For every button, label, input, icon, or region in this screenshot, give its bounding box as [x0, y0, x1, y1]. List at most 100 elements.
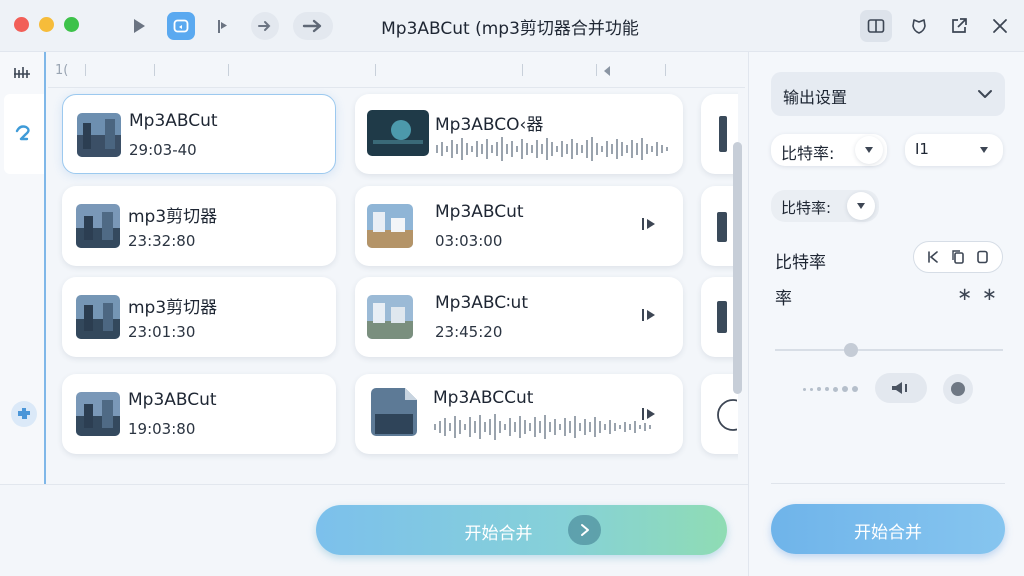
copy-icon[interactable]	[951, 250, 965, 264]
rate-row-label: 率	[775, 289, 792, 309]
mark-in-icon	[218, 20, 227, 33]
track-thumbnail	[76, 392, 120, 436]
track-thumbnail	[76, 295, 120, 339]
track-thumbnail	[717, 212, 727, 242]
bitrate-segment-control[interactable]	[913, 241, 1003, 273]
track-duration: 19:03:80	[128, 420, 196, 438]
track-card[interactable]: mp3剪切器 23:01:30	[62, 277, 336, 357]
start-merge-button[interactable]: 开始合并	[316, 505, 727, 555]
bitrate-label: 比特率:	[781, 199, 832, 217]
forward-button[interactable]	[251, 12, 279, 40]
track-thumbnail	[367, 204, 413, 248]
timeline-adjust-icon[interactable]	[13, 65, 33, 84]
track-name: Mp3ABC∶ut	[435, 293, 529, 313]
rounded-square-icon[interactable]	[975, 250, 989, 264]
minimize-window-button[interactable]	[39, 17, 54, 32]
ruler-tick	[85, 64, 86, 76]
track-card[interactable]: Mp3ABCut 29:03-40	[62, 94, 336, 174]
split-view-icon	[867, 19, 885, 33]
waveform	[434, 414, 651, 440]
next-arrow-icon	[302, 19, 322, 33]
ruler-label: 1(	[55, 63, 69, 78]
play-icon[interactable]	[641, 307, 657, 323]
volume-button[interactable]	[875, 373, 927, 403]
ruler-tick	[154, 64, 155, 76]
slider-knob[interactable]	[844, 343, 858, 357]
output-settings-label: 输出设置	[783, 88, 848, 107]
bitrate-select-2[interactable]: 比特率:	[771, 190, 879, 222]
track-duration: 03:03:00	[435, 232, 503, 250]
rail-item-library[interactable]	[4, 94, 44, 174]
start-merge-label: 开始合并	[464, 524, 533, 544]
ruler-tick	[665, 64, 666, 76]
track-name: mp3剪切器	[128, 207, 218, 227]
chevron-right-icon	[568, 515, 601, 545]
start-merge-side-button[interactable]: 开始合并	[771, 504, 1005, 554]
record-button[interactable]	[943, 374, 973, 404]
forward-arrow-icon	[258, 21, 271, 31]
mark-in-button[interactable]	[209, 12, 237, 40]
close-window-button[interactable]	[14, 17, 29, 32]
track-duration: 29:03-40	[129, 141, 197, 159]
track-card[interactable]: Mp3ABCut 03:03:00	[355, 186, 683, 266]
title-bar: Mp3ABCut (mp3剪切器合并功能	[0, 0, 1024, 52]
export-button[interactable]	[943, 10, 975, 42]
rate-symbols: ∗ ∗	[957, 284, 999, 305]
speaker-icon	[892, 382, 907, 394]
shield-button[interactable]	[903, 10, 935, 42]
bitrate-dropdown-toggle[interactable]	[847, 192, 875, 220]
loop-icon	[173, 19, 189, 33]
track-thumbnail	[76, 204, 120, 248]
close-icon	[993, 19, 1007, 33]
bitrate-dropdown-toggle[interactable]	[855, 136, 883, 164]
output-settings-dropdown[interactable]: 输出设置	[771, 72, 1005, 116]
start-merge-side-label: 开始合并	[854, 523, 922, 543]
magic-wand-icon	[15, 125, 30, 141]
record-icon	[951, 382, 965, 396]
track-card[interactable]: Mp3ABCut 19:03:80	[62, 374, 336, 454]
caret-down-icon	[857, 203, 865, 209]
ruler-tick	[522, 64, 523, 76]
play-icon[interactable]	[641, 406, 657, 422]
left-rail	[0, 52, 46, 484]
settings-panel: 输出设置 比特率: I1 比特率: 比特率 率 ∗ ∗ 开始合并	[748, 52, 1024, 576]
waveform	[436, 137, 668, 161]
next-button[interactable]	[293, 12, 333, 40]
track-duration: 23:32:80	[128, 232, 196, 250]
track-thumbnail	[717, 301, 727, 333]
track-card[interactable]: Mp3ABCO‹器	[355, 94, 683, 174]
track-card[interactable]: Mp3ABCCut	[355, 374, 683, 454]
rail-item-plugins[interactable]	[4, 374, 44, 454]
puzzle-icon	[11, 401, 37, 427]
ruler-tick	[596, 64, 597, 76]
slider-track[interactable]	[775, 349, 1003, 351]
ruler-tick	[228, 64, 229, 76]
track-thumbnail	[719, 116, 727, 152]
track-card[interactable]: mp3剪切器 23:32:80	[62, 186, 336, 266]
app-window: Mp3ABCut (mp3剪切器合并功能 1(Mp3ABCut 29:03-4…	[0, 0, 1024, 576]
track-name: Mp3ABCut	[128, 390, 217, 410]
caret-down-icon	[980, 147, 988, 153]
track-grid-scrollbar[interactable]	[733, 142, 742, 394]
bitrate-value-select[interactable]: I1	[905, 134, 1003, 166]
trim-left-icon[interactable]	[927, 250, 941, 264]
close-button[interactable]	[984, 10, 1016, 42]
track-grid: Mp3ABCut 29:03-40 Mp3ABCO‹器 mp3剪切器 23:32…	[48, 88, 738, 484]
track-duration: 23:01:30	[128, 323, 196, 341]
split-view-button[interactable]	[860, 10, 892, 42]
play-icon[interactable]	[641, 216, 657, 232]
window-title: Mp3ABCut (mp3剪切器合并功能	[381, 19, 639, 39]
zoom-window-button[interactable]	[64, 17, 79, 32]
track-thumbnail	[367, 110, 429, 156]
track-name: Mp3ABCO‹器	[435, 115, 544, 135]
play-button[interactable]	[125, 12, 153, 40]
bitrate-select-1[interactable]: 比特率:	[771, 134, 887, 166]
bitrate-value: I1	[915, 140, 929, 158]
track-name: Mp3ABCut	[129, 111, 218, 131]
timeline-ruler[interactable]: 1(	[48, 52, 745, 88]
track-card[interactable]: Mp3ABC∶ut 23:45:20	[355, 277, 683, 357]
loop-button[interactable]	[167, 12, 195, 40]
track-duration: 23:45:20	[435, 323, 503, 341]
play-icon	[134, 19, 145, 33]
playhead-marker-icon[interactable]	[602, 65, 612, 77]
